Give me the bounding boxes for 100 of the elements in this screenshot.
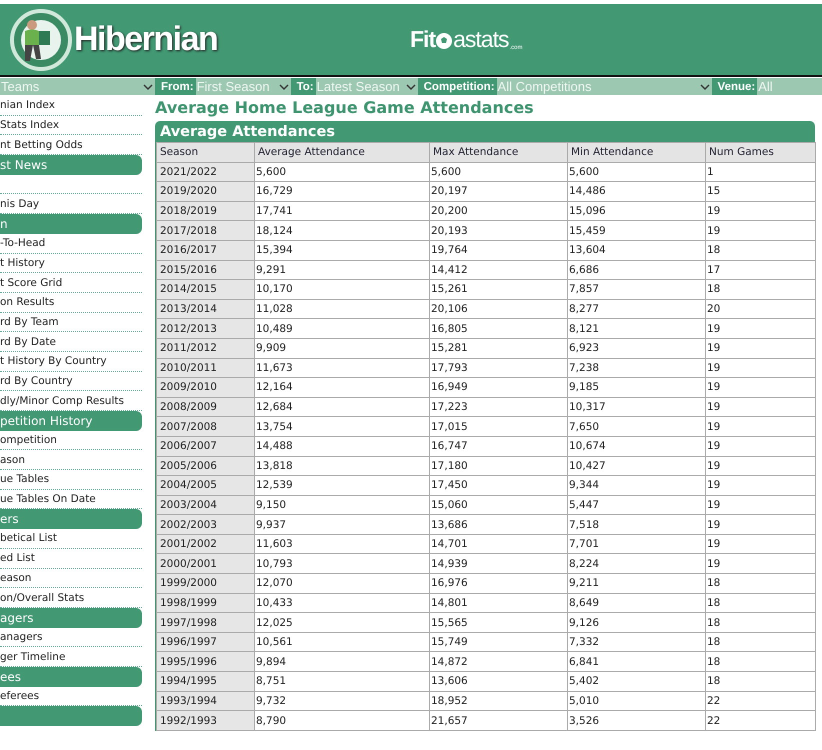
table-cell: 20,193 <box>430 220 568 240</box>
table-cell: 18,952 <box>430 691 568 711</box>
table-cell: 1992/1993 <box>156 710 254 730</box>
table-cell: 10,317 <box>568 397 706 417</box>
table-cell: 7,857 <box>568 280 706 300</box>
filter-label: From: <box>155 78 196 95</box>
sidebar-link[interactable]: nian Index <box>0 96 142 116</box>
table-cell: 2011/2012 <box>156 338 254 358</box>
table-cell: 18 <box>706 652 816 672</box>
table-cell: 14,939 <box>430 554 568 574</box>
sidebar-link[interactable]: on Results <box>0 292 142 313</box>
caret-icon <box>406 84 416 90</box>
sidebar-link[interactable]: t Score Grid <box>0 273 142 293</box>
table-cell: 14,412 <box>430 260 568 280</box>
table-cell: 9,211 <box>568 574 706 594</box>
sidebar-link[interactable]: anagers <box>0 628 142 648</box>
sidebar-link[interactable]: rd By Date <box>0 332 142 352</box>
sidebar-link[interactable]: rd By Country <box>0 372 142 392</box>
table-cell: 2001/2002 <box>156 534 254 554</box>
table-cell: 15,261 <box>430 280 568 300</box>
sidebar-link[interactable]: Stats Index <box>0 116 142 136</box>
table-cell: 10,489 <box>254 318 430 338</box>
table-cell: 16,949 <box>430 378 568 398</box>
table-cell: 2003/2004 <box>156 495 254 515</box>
table-cell: 17,223 <box>430 397 568 417</box>
table-cell: 22 <box>706 691 816 711</box>
sidebar-section-header: st News <box>0 155 142 175</box>
table-cell: 19 <box>706 554 816 574</box>
table-title: Average Attendances <box>159 122 336 142</box>
sidebar-link[interactable]: -To-Head <box>0 234 142 254</box>
sidebar-link[interactable]: ason <box>0 450 142 470</box>
table-cell: 15,565 <box>430 612 568 632</box>
table-cell: 7,650 <box>568 416 706 436</box>
table-cell: 18 <box>706 240 816 260</box>
club-crest-drawing <box>10 8 72 70</box>
sidebar-link[interactable]: t History By Country <box>0 352 142 372</box>
table-cell: 8,790 <box>254 710 430 730</box>
logo-text: Fit <box>410 28 436 51</box>
sidebar-link[interactable]: t History <box>0 254 142 274</box>
table-cell: 13,604 <box>568 240 706 260</box>
table-cell: 11,028 <box>254 299 430 319</box>
sidebar-link[interactable]: eason <box>0 568 142 588</box>
table-cell: 8,224 <box>568 554 706 574</box>
sidebar-link[interactable]: ompetition <box>0 430 142 450</box>
table-cell: 15,394 <box>254 240 430 260</box>
table-cell: 2010/2011 <box>156 358 254 378</box>
table-cell: 7,518 <box>568 514 706 534</box>
table-cell: 1996/1997 <box>156 632 254 652</box>
sidebar-link[interactable]: ed List <box>0 548 142 568</box>
table-cell: 3,526 <box>568 710 706 730</box>
table-cell: 9,344 <box>568 476 706 496</box>
table-cell: 16,805 <box>430 318 568 338</box>
table-cell: 2008/2009 <box>156 397 254 417</box>
table-cell: 2021/2022 <box>156 162 254 182</box>
table-cell: 2009/2010 <box>156 378 254 398</box>
table-cell: 9,909 <box>254 338 430 358</box>
table-cell: 10,427 <box>568 456 706 476</box>
table-cell: 10,793 <box>254 554 430 574</box>
sidebar-link[interactable]: ue Tables <box>0 470 142 490</box>
table-cell: 21,657 <box>430 710 568 730</box>
table-cell: 15,281 <box>430 338 568 358</box>
table-cell: 5,447 <box>568 495 706 515</box>
table-cell: 19 <box>706 220 816 240</box>
table-cell: 1993/1994 <box>156 691 254 711</box>
table-cell: 2004/2005 <box>156 476 254 496</box>
table-cell: 15,749 <box>430 632 568 652</box>
table-cell: 14,488 <box>254 436 430 456</box>
table-cell: 19 <box>706 534 816 554</box>
table-cell: 1998/1999 <box>156 593 254 613</box>
table-cell: 2005/2006 <box>156 456 254 476</box>
sidebar-link[interactable]: rd By Team <box>0 312 142 332</box>
table-cell: 13,818 <box>254 456 430 476</box>
table-cell: 14,872 <box>430 652 568 672</box>
table-cell: 17,793 <box>430 358 568 378</box>
table-cell: 14,701 <box>430 534 568 554</box>
sidebar-section-header: agers <box>0 608 142 628</box>
sidebar-link[interactable]: betical List <box>0 529 142 549</box>
table-cell: 10,674 <box>568 436 706 456</box>
table-cell: 17,450 <box>430 476 568 496</box>
table-cell: 18,124 <box>254 220 430 240</box>
table-cell: 5,600 <box>568 162 706 182</box>
table-cell: 2019/2020 <box>156 182 254 202</box>
caret-icon <box>700 84 710 90</box>
table-cell: 19 <box>706 318 816 338</box>
table-cell: 10,170 <box>254 280 430 300</box>
table-cell: 12,684 <box>254 397 430 417</box>
table-cell: 16,976 <box>430 574 568 594</box>
table-cell: 1 <box>706 162 816 182</box>
sidebar-section-header: petition History <box>0 411 142 431</box>
table-cell: 15 <box>706 182 816 202</box>
table-cell: 2018/2019 <box>156 201 254 221</box>
table-cell: 9,894 <box>254 652 430 672</box>
table-cell: 2014/2015 <box>156 280 254 300</box>
table-cell: 19 <box>706 358 816 378</box>
table-cell: 19 <box>706 416 816 436</box>
table-cell: 20 <box>706 299 816 319</box>
table-cell: 17,015 <box>430 416 568 436</box>
sidebar-section-header: ees <box>0 666 142 687</box>
table-cell: 2013/2014 <box>156 299 254 319</box>
table-cell: 6,686 <box>568 260 706 280</box>
